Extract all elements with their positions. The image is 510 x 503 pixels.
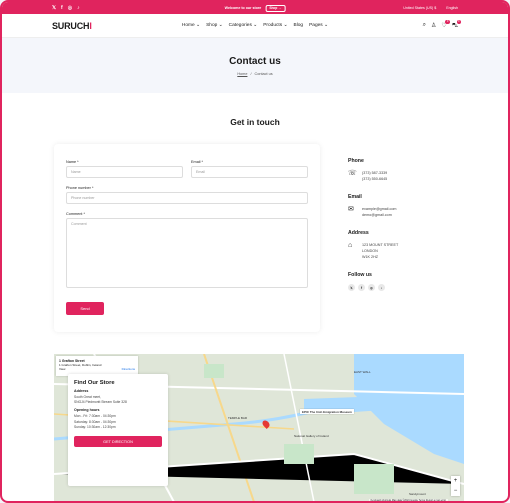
name-field[interactable]: Name: [66, 166, 183, 178]
wishlist-count: 0: [445, 19, 450, 24]
name-label: Name *: [66, 160, 79, 164]
phone-icon: ☏: [348, 170, 357, 177]
send-button[interactable]: Send: [66, 302, 104, 315]
store-title: Find Our Store: [74, 380, 115, 386]
address-title: Address: [348, 230, 369, 236]
zoom-out-button[interactable]: −: [454, 488, 458, 494]
zoom-in-button[interactable]: +: [454, 478, 458, 484]
contact-section: Name * Name Email * Email Phone number *…: [54, 144, 464, 334]
wishlist-icon[interactable]: ♡ 0: [441, 19, 450, 30]
section-title: Get in touch: [230, 117, 280, 127]
store-hours-line-3: Sunday: 10:30am - 12:30pm: [74, 424, 116, 429]
email-title: Email: [348, 194, 362, 200]
nav-blog[interactable]: Blog: [294, 23, 304, 28]
contact-form: Name * Name Email * Email Phone number *…: [54, 144, 320, 332]
announcement-bar: 𝕏 f ◎ ♪ Welcome to our store Shop → Unit…: [2, 2, 508, 14]
map-label-gallery: National Gallery of Ireland: [294, 434, 329, 438]
promo: Welcome to our store Shop →: [224, 4, 286, 12]
account-icon[interactable]: ♙: [431, 22, 436, 30]
shop-now-button[interactable]: Shop →: [265, 4, 286, 12]
email-label: Email *: [191, 160, 204, 164]
breadcrumb: Home / Contact us: [237, 72, 272, 76]
store-hours-heading: Opening hours: [74, 408, 100, 413]
main-nav: Home ⌄ Shop ⌄ Categories ⌄ Products ⌄ Bl…: [182, 23, 328, 28]
map-label-temple-bar: TEMPLE BAR: [228, 416, 248, 420]
facebook-icon[interactable]: f: [61, 5, 63, 11]
get-direction-button[interactable]: GET DIRECTION: [74, 436, 162, 448]
phone-field[interactable]: Phone number: [66, 192, 308, 204]
comment-field[interactable]: Comment: [66, 218, 308, 288]
topbar-selectors: United States (US) $ English: [403, 6, 458, 10]
directions-link[interactable]: Directions: [122, 367, 135, 371]
tiktok-icon[interactable]: ♪: [77, 5, 80, 11]
page: 𝕏 f ◎ ♪ Welcome to our store Shop → Unit…: [0, 0, 510, 503]
map-label-east-wall: EAST WALL: [354, 370, 371, 374]
store-map[interactable]: EAST WALL EPIC The Irish Emigration Muse…: [54, 354, 464, 502]
logo-accent: I: [89, 20, 92, 31]
phone-label: Phone number *: [66, 186, 94, 190]
map-zoom-controls: + −: [451, 476, 460, 496]
store-address-line-2: SNGJ4 Piedmontt Stream Suite 328: [74, 400, 127, 405]
topbar-social: 𝕏 f ◎ ♪: [52, 5, 80, 11]
breadcrumb-home[interactable]: Home: [237, 72, 247, 76]
logo-text: SURUCH: [52, 20, 90, 31]
logo[interactable]: SURUCHI: [52, 21, 92, 31]
phone-line-2[interactable]: (373) 550-6645: [362, 176, 387, 182]
page-hero: Contact us Home / Contact us: [2, 38, 508, 93]
building-icon: ⌂: [348, 242, 353, 249]
mail-icon: ✉: [348, 206, 354, 213]
instagram-icon[interactable]: ◎: [68, 5, 72, 11]
breadcrumb-separator: /: [250, 71, 252, 76]
facebook-icon[interactable]: f: [358, 284, 365, 291]
cart-icon[interactable]: ⛍ 0: [452, 19, 461, 30]
map-attribution: Keyboard shortcuts Map data ©2024 Google…: [368, 499, 448, 502]
email-line-2[interactable]: demo@gmail.com: [362, 212, 396, 218]
store-address-heading: Address: [74, 389, 89, 393]
place-card: 1 Grafton Street 1 Grafton Street, Dubli…: [56, 356, 138, 376]
x-icon[interactable]: 𝕏: [52, 5, 56, 11]
nav-shop[interactable]: Shop ⌄: [206, 23, 223, 28]
nav-pages[interactable]: Pages ⌄: [309, 23, 328, 28]
nav-categories[interactable]: Categories ⌄: [229, 23, 258, 28]
promo-text: Welcome to our store: [224, 6, 262, 10]
x-icon[interactable]: 𝕏: [348, 284, 355, 291]
address-line-3: W1K 2HZ: [362, 255, 378, 259]
follow-icons: 𝕏 f ◎ ♪: [348, 284, 464, 291]
instagram-icon[interactable]: ◎: [368, 284, 375, 291]
breadcrumb-current: Contact us: [254, 71, 273, 76]
store-card: Find Our Store Address South Great meet,…: [68, 374, 168, 486]
site-header: SURUCHI Home ⌄ Shop ⌄ Categories ⌄ Produ…: [2, 14, 508, 38]
header-actions: ⌕ ♙ ♡ 0 ⛍ 0: [423, 19, 461, 30]
place-view-link[interactable]: View: [59, 367, 65, 371]
search-icon[interactable]: ⌕: [423, 22, 426, 30]
nav-products[interactable]: Products ⌄: [263, 23, 287, 28]
email-field[interactable]: Email: [191, 166, 308, 178]
nav-home[interactable]: Home ⌄: [182, 23, 200, 28]
map-label-sandymount: Sandymount: [409, 492, 426, 496]
tiktok-icon[interactable]: ♪: [378, 284, 385, 291]
contact-info: Phone ☏ (373) 587-3339 (373) 550-6645 Em…: [348, 158, 464, 291]
phone-title: Phone: [348, 158, 364, 164]
cart-count: 0: [456, 19, 461, 24]
page-title: Contact us: [229, 55, 281, 67]
language-selector[interactable]: English: [446, 6, 458, 10]
comment-label: Comment *: [66, 212, 85, 216]
follow-title: Follow us: [348, 272, 372, 278]
currency-selector[interactable]: United States (US) $: [403, 6, 436, 10]
map-label-museum: EPIC The Irish Emigration Museum: [300, 409, 354, 414]
